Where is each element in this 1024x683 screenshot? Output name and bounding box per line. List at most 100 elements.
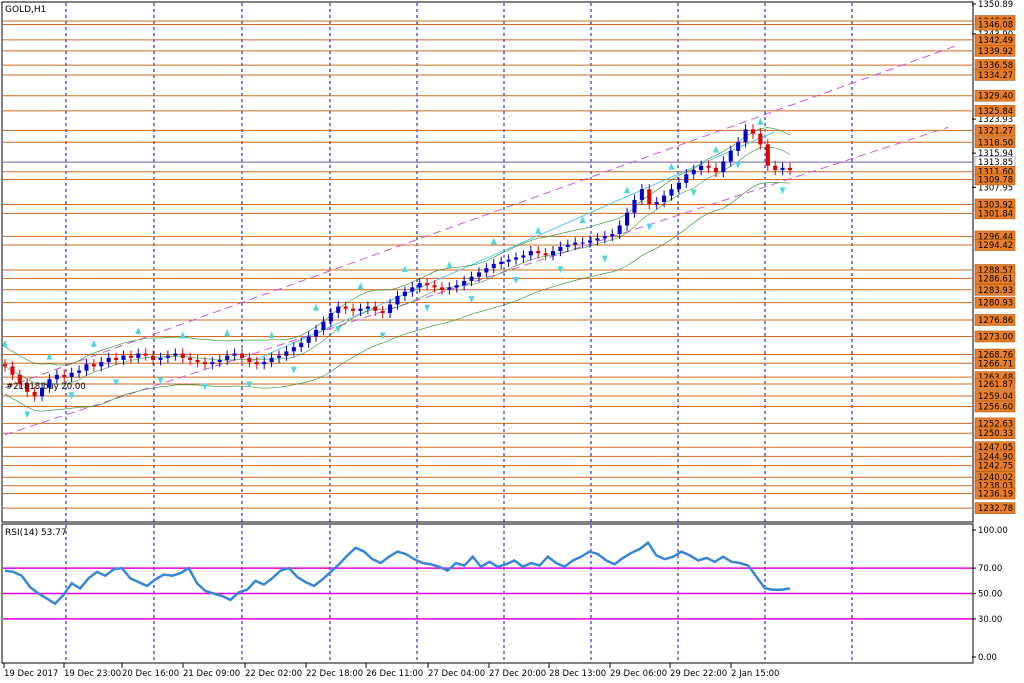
candle-body — [136, 353, 141, 358]
candle-body — [736, 142, 741, 151]
candle-body — [669, 189, 674, 196]
candle-body — [180, 353, 185, 358]
candle-body — [425, 283, 430, 286]
candle-body — [699, 165, 704, 170]
candle-body — [787, 167, 793, 170]
candle-body — [454, 285, 459, 288]
time-tick-label: 26 Dec 11:00 — [366, 669, 423, 679]
candle-body — [2, 364, 8, 367]
candle-body — [336, 306, 341, 313]
candle-body — [469, 276, 474, 281]
price-level-label: 1301.84 — [978, 209, 1013, 219]
candle-body — [202, 362, 207, 365]
candle-body — [291, 347, 296, 352]
candle-body — [143, 353, 148, 356]
candle-body — [373, 306, 378, 311]
candle-body — [410, 287, 415, 292]
time-tick-label: 19 Dec 2017 — [4, 669, 58, 679]
time-tick-label: 29 Dec 06:00 — [610, 669, 667, 679]
candle-body — [654, 202, 659, 205]
candle-body — [528, 251, 533, 256]
rsi-tick-label: 30.00 — [978, 615, 1002, 625]
time-tick-label: 2 Jan 15:00 — [731, 669, 779, 679]
candle-body — [217, 359, 222, 363]
candle-body — [617, 225, 622, 235]
candle-body — [743, 129, 748, 143]
candle-body — [536, 251, 541, 254]
candle-body — [588, 240, 593, 243]
candle-body — [417, 283, 422, 288]
candle-body — [328, 312, 333, 322]
rsi-label: RSI(14) 53.77 — [5, 528, 67, 538]
price-level-label: 1309.78 — [978, 175, 1013, 185]
candle-body — [610, 234, 615, 237]
candle-body — [380, 310, 385, 313]
candle-body — [484, 268, 489, 273]
candle-body — [269, 357, 274, 363]
price-level-label: 1256.60 — [978, 402, 1013, 412]
candle-body — [765, 144, 770, 166]
time-tick-label: 22 Dec 02:00 — [245, 669, 302, 679]
candle-body — [543, 253, 548, 256]
price-level-label: 1236.19 — [978, 490, 1013, 500]
candle-body — [351, 308, 356, 311]
candle-body — [684, 174, 689, 183]
candle-body — [165, 355, 170, 358]
time-tick-label: 27 Dec 20:00 — [489, 669, 546, 679]
candle-body — [550, 251, 556, 256]
price-pane — [1, 1, 974, 523]
candle-body — [210, 362, 215, 365]
time-tick-label: 19 Dec 23:00 — [64, 669, 121, 679]
candle-body — [62, 374, 67, 378]
price-level-label: 1346.08 — [978, 21, 1013, 31]
candle-body — [365, 306, 370, 309]
candle-body — [595, 238, 600, 241]
rsi-tick-label: 0.00 — [978, 653, 997, 663]
candle-body — [314, 330, 319, 337]
candle-body — [780, 167, 785, 170]
candle-body — [114, 357, 119, 360]
rsi-tick-label: 70.00 — [978, 564, 1002, 574]
candle-body — [395, 295, 400, 305]
candle-body — [602, 236, 607, 239]
time-tick-label: 28 Dec 13:00 — [549, 669, 606, 679]
price-level-label: 1280.93 — [978, 299, 1013, 309]
candle-body — [276, 355, 282, 358]
candle-body — [662, 195, 667, 203]
candle-body — [565, 244, 570, 247]
price-level-label: 1329.40 — [978, 92, 1013, 102]
candle-body — [691, 169, 696, 175]
candle-body — [262, 362, 267, 365]
candle-body — [77, 370, 82, 373]
price-level-label: 1232.78 — [978, 504, 1013, 514]
candle-body — [173, 353, 178, 356]
price-level-label: 1283.93 — [978, 286, 1013, 296]
candle-body — [773, 165, 778, 170]
price-level-label: 1266.71 — [978, 359, 1013, 369]
candle-body — [432, 285, 437, 288]
candle-body — [402, 291, 407, 296]
time-tick-label: 27 Dec 04:00 — [428, 669, 485, 679]
price-level-label: 1259.04 — [978, 392, 1013, 402]
candle-body — [647, 189, 652, 205]
chart-title: GOLD,H1 — [5, 5, 46, 15]
price-level-label: 1321.27 — [978, 126, 1013, 136]
candle-body — [284, 351, 289, 356]
candle-body — [721, 161, 726, 173]
price-level-label: 1342.49 — [978, 36, 1013, 46]
candle-body — [521, 255, 526, 258]
candle-body — [247, 357, 252, 363]
time-tick-label: 21 Dec 09:00 — [183, 669, 240, 679]
candle-body — [225, 355, 230, 360]
trade-annotation: #21818 buy 20.00 — [6, 382, 86, 392]
candle-body — [580, 242, 585, 244]
candle-body — [358, 308, 363, 311]
candle-body — [706, 165, 711, 168]
gold-h1-chart: 1350.891343.901323.931315.941307.951346.… — [0, 0, 1024, 683]
candle-body — [462, 280, 467, 286]
rsi-tick-label: 100.00 — [978, 526, 1008, 536]
candle-body — [10, 366, 15, 375]
candle-body — [491, 263, 496, 269]
price-level-label: 1325.84 — [978, 107, 1013, 117]
candle-body — [388, 304, 393, 313]
